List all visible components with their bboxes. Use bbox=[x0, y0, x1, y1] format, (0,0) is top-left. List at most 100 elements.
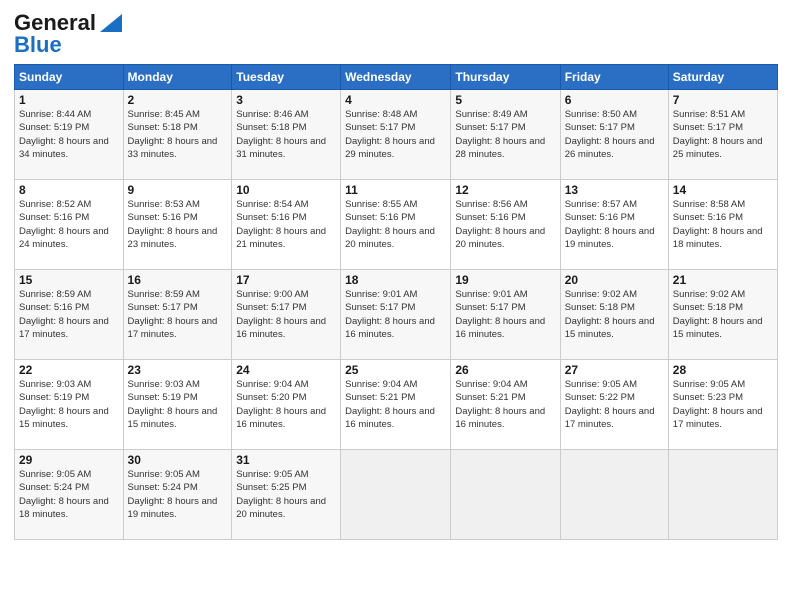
day-info: Sunrise: 9:02 AMSunset: 5:18 PMDaylight:… bbox=[673, 289, 763, 340]
day-number: 17 bbox=[236, 273, 336, 287]
day-info: Sunrise: 9:05 AMSunset: 5:25 PMDaylight:… bbox=[236, 469, 326, 520]
calendar-cell: 20 Sunrise: 9:02 AMSunset: 5:18 PMDayligh… bbox=[560, 270, 668, 360]
day-header-wednesday: Wednesday bbox=[341, 65, 451, 90]
day-info: Sunrise: 8:59 AMSunset: 5:17 PMDaylight:… bbox=[128, 289, 218, 340]
day-header-monday: Monday bbox=[123, 65, 232, 90]
day-info: Sunrise: 9:05 AMSunset: 5:23 PMDaylight:… bbox=[673, 379, 763, 430]
day-info: Sunrise: 8:50 AMSunset: 5:17 PMDaylight:… bbox=[565, 109, 655, 160]
day-info: Sunrise: 9:05 AMSunset: 5:24 PMDaylight:… bbox=[128, 469, 218, 520]
day-number: 4 bbox=[345, 93, 446, 107]
logo-blue: Blue bbox=[14, 32, 62, 58]
day-number: 18 bbox=[345, 273, 446, 287]
day-info: Sunrise: 9:02 AMSunset: 5:18 PMDaylight:… bbox=[565, 289, 655, 340]
calendar-cell: 7 Sunrise: 8:51 AMSunset: 5:17 PMDaylight… bbox=[668, 90, 777, 180]
day-info: Sunrise: 9:01 AMSunset: 5:17 PMDaylight:… bbox=[345, 289, 435, 340]
calendar-cell: 1Sunrise: 8:44 AMSunset: 5:19 PMDaylight… bbox=[15, 90, 124, 180]
day-info: Sunrise: 8:45 AMSunset: 5:18 PMDaylight:… bbox=[128, 109, 218, 160]
day-header-saturday: Saturday bbox=[668, 65, 777, 90]
calendar-cell: 9 Sunrise: 8:53 AMSunset: 5:16 PMDaylight… bbox=[123, 180, 232, 270]
page-container: General Blue SundayMondayTuesdayWednesda… bbox=[0, 0, 792, 612]
calendar-cell bbox=[668, 450, 777, 540]
day-number: 6 bbox=[565, 93, 664, 107]
calendar-cell: 26 Sunrise: 9:04 AMSunset: 5:21 PMDayligh… bbox=[451, 360, 560, 450]
day-info: Sunrise: 9:00 AMSunset: 5:17 PMDaylight:… bbox=[236, 289, 326, 340]
day-number: 25 bbox=[345, 363, 446, 377]
day-info: Sunrise: 8:52 AMSunset: 5:16 PMDaylight:… bbox=[19, 199, 109, 250]
day-header-friday: Friday bbox=[560, 65, 668, 90]
day-info: Sunrise: 9:05 AMSunset: 5:22 PMDaylight:… bbox=[565, 379, 655, 430]
day-info: Sunrise: 8:48 AMSunset: 5:17 PMDaylight:… bbox=[345, 109, 435, 160]
day-number: 28 bbox=[673, 363, 773, 377]
day-number: 12 bbox=[455, 183, 555, 197]
calendar-cell: 22 Sunrise: 9:03 AMSunset: 5:19 PMDayligh… bbox=[15, 360, 124, 450]
day-header-tuesday: Tuesday bbox=[232, 65, 341, 90]
calendar-cell: 5Sunrise: 8:49 AMSunset: 5:17 PMDaylight… bbox=[451, 90, 560, 180]
calendar-cell: 13Sunrise: 8:57 AMSunset: 5:16 PMDayligh… bbox=[560, 180, 668, 270]
day-number: 9 bbox=[128, 183, 228, 197]
day-number: 1 bbox=[19, 93, 119, 107]
calendar-cell: 12 Sunrise: 8:56 AMSunset: 5:16 PMDayligh… bbox=[451, 180, 560, 270]
day-info: Sunrise: 8:58 AMSunset: 5:16 PMDaylight:… bbox=[673, 199, 763, 250]
day-info: Sunrise: 8:55 AMSunset: 5:16 PMDaylight:… bbox=[345, 199, 435, 250]
calendar-cell: 31 Sunrise: 9:05 AMSunset: 5:25 PMDayligh… bbox=[232, 450, 341, 540]
day-info: Sunrise: 9:04 AMSunset: 5:21 PMDaylight:… bbox=[455, 379, 545, 430]
day-number: 19 bbox=[455, 273, 555, 287]
calendar-cell: 21Sunrise: 9:02 AMSunset: 5:18 PMDayligh… bbox=[668, 270, 777, 360]
calendar-cell: 19 Sunrise: 9:01 AMSunset: 5:17 PMDayligh… bbox=[451, 270, 560, 360]
calendar-cell: 25 Sunrise: 9:04 AMSunset: 5:21 PMDayligh… bbox=[341, 360, 451, 450]
calendar-cell: 27 Sunrise: 9:05 AMSunset: 5:22 PMDayligh… bbox=[560, 360, 668, 450]
day-info: Sunrise: 9:03 AMSunset: 5:19 PMDaylight:… bbox=[128, 379, 218, 430]
calendar-cell bbox=[451, 450, 560, 540]
day-info: Sunrise: 8:57 AMSunset: 5:16 PMDaylight:… bbox=[565, 199, 655, 250]
calendar-cell: 18 Sunrise: 9:01 AMSunset: 5:17 PMDayligh… bbox=[341, 270, 451, 360]
day-number: 2 bbox=[128, 93, 228, 107]
day-number: 3 bbox=[236, 93, 336, 107]
day-number: 20 bbox=[565, 273, 664, 287]
day-number: 23 bbox=[128, 363, 228, 377]
day-info: Sunrise: 8:49 AMSunset: 5:17 PMDaylight:… bbox=[455, 109, 545, 160]
day-number: 16 bbox=[128, 273, 228, 287]
day-number: 22 bbox=[19, 363, 119, 377]
day-info: Sunrise: 8:46 AMSunset: 5:18 PMDaylight:… bbox=[236, 109, 326, 160]
day-info: Sunrise: 9:04 AMSunset: 5:21 PMDaylight:… bbox=[345, 379, 435, 430]
calendar-cell: 16 Sunrise: 8:59 AMSunset: 5:17 PMDayligh… bbox=[123, 270, 232, 360]
logo-triangle-icon bbox=[100, 14, 122, 32]
day-number: 29 bbox=[19, 453, 119, 467]
day-number: 11 bbox=[345, 183, 446, 197]
day-number: 26 bbox=[455, 363, 555, 377]
day-info: Sunrise: 9:03 AMSunset: 5:19 PMDaylight:… bbox=[19, 379, 109, 430]
calendar-cell: 4 Sunrise: 8:48 AMSunset: 5:17 PMDaylight… bbox=[341, 90, 451, 180]
day-info: Sunrise: 9:05 AMSunset: 5:24 PMDaylight:… bbox=[19, 469, 109, 520]
day-number: 30 bbox=[128, 453, 228, 467]
calendar-table: SundayMondayTuesdayWednesdayThursdayFrid… bbox=[14, 64, 778, 540]
calendar-cell: 28 Sunrise: 9:05 AMSunset: 5:23 PMDayligh… bbox=[668, 360, 777, 450]
day-number: 7 bbox=[673, 93, 773, 107]
day-number: 31 bbox=[236, 453, 336, 467]
calendar-cell: 11 Sunrise: 8:55 AMSunset: 5:16 PMDayligh… bbox=[341, 180, 451, 270]
calendar-cell: 29 Sunrise: 9:05 AMSunset: 5:24 PMDayligh… bbox=[15, 450, 124, 540]
calendar-cell bbox=[560, 450, 668, 540]
calendar-cell: 30 Sunrise: 9:05 AMSunset: 5:24 PMDayligh… bbox=[123, 450, 232, 540]
day-number: 27 bbox=[565, 363, 664, 377]
calendar-cell: 15 Sunrise: 8:59 AMSunset: 5:16 PMDayligh… bbox=[15, 270, 124, 360]
calendar-cell: 6 Sunrise: 8:50 AMSunset: 5:17 PMDaylight… bbox=[560, 90, 668, 180]
day-info: Sunrise: 9:01 AMSunset: 5:17 PMDaylight:… bbox=[455, 289, 545, 340]
day-info: Sunrise: 8:59 AMSunset: 5:16 PMDaylight:… bbox=[19, 289, 109, 340]
calendar-cell: 17 Sunrise: 9:00 AMSunset: 5:17 PMDayligh… bbox=[232, 270, 341, 360]
calendar-cell: 10 Sunrise: 8:54 AMSunset: 5:16 PMDayligh… bbox=[232, 180, 341, 270]
day-info: Sunrise: 8:53 AMSunset: 5:16 PMDaylight:… bbox=[128, 199, 218, 250]
day-number: 14 bbox=[673, 183, 773, 197]
calendar-cell: 2 Sunrise: 8:45 AMSunset: 5:18 PMDaylight… bbox=[123, 90, 232, 180]
calendar-cell: 23 Sunrise: 9:03 AMSunset: 5:19 PMDayligh… bbox=[123, 360, 232, 450]
day-info: Sunrise: 8:56 AMSunset: 5:16 PMDaylight:… bbox=[455, 199, 545, 250]
day-number: 10 bbox=[236, 183, 336, 197]
day-number: 8 bbox=[19, 183, 119, 197]
logo: General Blue bbox=[14, 10, 122, 58]
day-header-sunday: Sunday bbox=[15, 65, 124, 90]
calendar-cell: 3 Sunrise: 8:46 AMSunset: 5:18 PMDaylight… bbox=[232, 90, 341, 180]
day-number: 15 bbox=[19, 273, 119, 287]
day-info: Sunrise: 8:51 AMSunset: 5:17 PMDaylight:… bbox=[673, 109, 763, 160]
day-info: Sunrise: 8:54 AMSunset: 5:16 PMDaylight:… bbox=[236, 199, 326, 250]
calendar-cell: 14 Sunrise: 8:58 AMSunset: 5:16 PMDayligh… bbox=[668, 180, 777, 270]
day-header-thursday: Thursday bbox=[451, 65, 560, 90]
